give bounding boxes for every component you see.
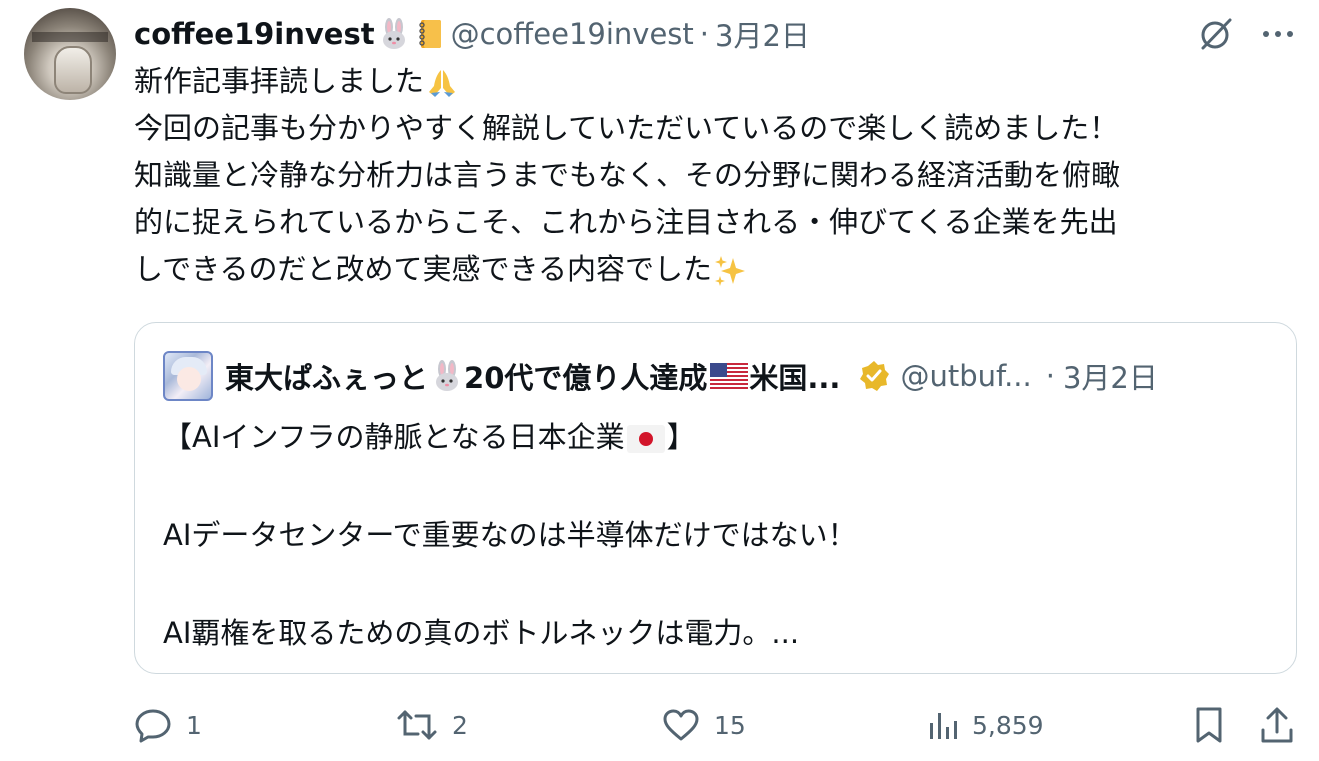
quoted-text-blank-2 bbox=[163, 560, 1263, 609]
sparkles-emoji-icon bbox=[712, 253, 748, 289]
post-action-bar: 1 2 15 5,859 bbox=[134, 700, 1299, 750]
rabbit-emoji-icon bbox=[430, 359, 464, 393]
post-text-line-2: 今回の記事も分かりやすく解説していただいているので楽しく読めました！ bbox=[134, 111, 1119, 145]
bookmark-button[interactable] bbox=[1194, 700, 1224, 750]
author-avatar[interactable] bbox=[24, 8, 116, 100]
us-flag-emoji-icon bbox=[709, 359, 749, 393]
quoted-author-name[interactable]: 東大ぱふぇっと 20代で億り人達成 米国... bbox=[225, 355, 840, 397]
quoted-author-name-part3: 米国... bbox=[749, 361, 841, 395]
notebook-emoji-icon bbox=[413, 17, 447, 51]
quoted-author-avatar[interactable] bbox=[163, 351, 213, 401]
avatar-face bbox=[177, 367, 201, 391]
quoted-text-line-1-end: 】 bbox=[666, 420, 696, 454]
views-chart-icon bbox=[928, 709, 958, 741]
quoted-text-line-1-start: 【AIインフラの静脈となる日本企業 bbox=[163, 420, 625, 454]
like-count: 15 bbox=[714, 710, 746, 740]
verified-badge-icon bbox=[858, 360, 890, 392]
bookmark-icon bbox=[1194, 706, 1224, 744]
quoted-author-handle[interactable]: @utbuf... bbox=[900, 359, 1031, 393]
more-options-icon[interactable] bbox=[1261, 29, 1295, 39]
share-button[interactable] bbox=[1260, 700, 1294, 750]
post-text-line-1-text: 新作記事拝読しました bbox=[134, 64, 425, 98]
post-text-line-4: 的に捉えられているからこそ、これから注目される・伸びてくる企業を先出 bbox=[134, 205, 1118, 239]
quoted-author-name-part2: 20代で億り人達成 bbox=[464, 361, 708, 395]
grok-icon[interactable] bbox=[1197, 15, 1235, 53]
avatar-jar bbox=[54, 46, 92, 94]
quoted-post-card[interactable]: 東大ぱふぇっと 20代で億り人達成 米国... @utbuf... · 3月2日… bbox=[134, 322, 1297, 674]
quoted-post-text: 【AIインフラの静脈となる日本企業 】 AIデータセンターで重要なのは半導体だけで… bbox=[163, 413, 1263, 658]
post-text-line-5-text: しできるのだと改めて実感できる内容でした bbox=[134, 252, 712, 286]
quoted-text-blank-1 bbox=[163, 462, 1263, 511]
reply-icon bbox=[134, 707, 172, 743]
reply-button[interactable]: 1 bbox=[134, 700, 202, 750]
repost-icon bbox=[396, 708, 438, 742]
rabbit-emoji-icon bbox=[377, 17, 411, 51]
like-button[interactable]: 15 bbox=[662, 700, 746, 750]
post-text-line-1: 新作記事拝読しました bbox=[134, 58, 1294, 105]
reply-count: 1 bbox=[186, 710, 202, 740]
quoted-text-line-3: AI覇権を取るための真のボトルネックは電力。... bbox=[163, 616, 800, 650]
quoted-text-line-2: AIデータセンターで重要なのは半導体だけではない！ bbox=[163, 518, 857, 552]
top-right-actions bbox=[1197, 12, 1295, 56]
post-text: 新作記事拝読しました 今回の記事も分かりやすく解説していただいているので楽しく読… bbox=[134, 58, 1294, 293]
quoted-post-header: 東大ぱふぇっと 20代で億り人達成 米国... @utbuf... · 3月2日 bbox=[163, 349, 1273, 403]
quoted-header-separator: · bbox=[1045, 359, 1055, 393]
quoted-text-line-1: 【AIインフラの静脈となる日本企業 】 bbox=[163, 413, 1263, 462]
header-separator: · bbox=[699, 17, 709, 51]
folded-hands-emoji-icon bbox=[424, 65, 460, 101]
heart-icon bbox=[662, 708, 700, 742]
repost-count: 2 bbox=[452, 710, 468, 740]
author-display-name[interactable]: coffee19invest bbox=[134, 17, 375, 51]
views-count: 5,859 bbox=[972, 710, 1044, 740]
author-handle[interactable]: @coffee19invest bbox=[451, 17, 694, 51]
japan-flag-emoji-icon bbox=[626, 425, 665, 453]
quoted-author-name-part1: 東大ぱふぇっと bbox=[225, 361, 429, 395]
quoted-post-date[interactable]: 3月2日 bbox=[1063, 355, 1158, 397]
share-icon bbox=[1260, 706, 1294, 744]
post-date[interactable]: 3月2日 bbox=[715, 13, 810, 55]
post-text-line-5: しできるのだと改めて実感できる内容でした bbox=[134, 246, 1294, 293]
post-text-line-3: 知識量と冷静な分析力は言うまでもなく、その分野に関わる経済活動を俯瞰 bbox=[134, 158, 1121, 192]
repost-button[interactable]: 2 bbox=[396, 700, 468, 750]
views-button[interactable]: 5,859 bbox=[928, 700, 1044, 750]
post-header: coffee19invest @coffee19invest · 3月2日 bbox=[134, 12, 810, 56]
avatar-shelf bbox=[32, 32, 108, 42]
